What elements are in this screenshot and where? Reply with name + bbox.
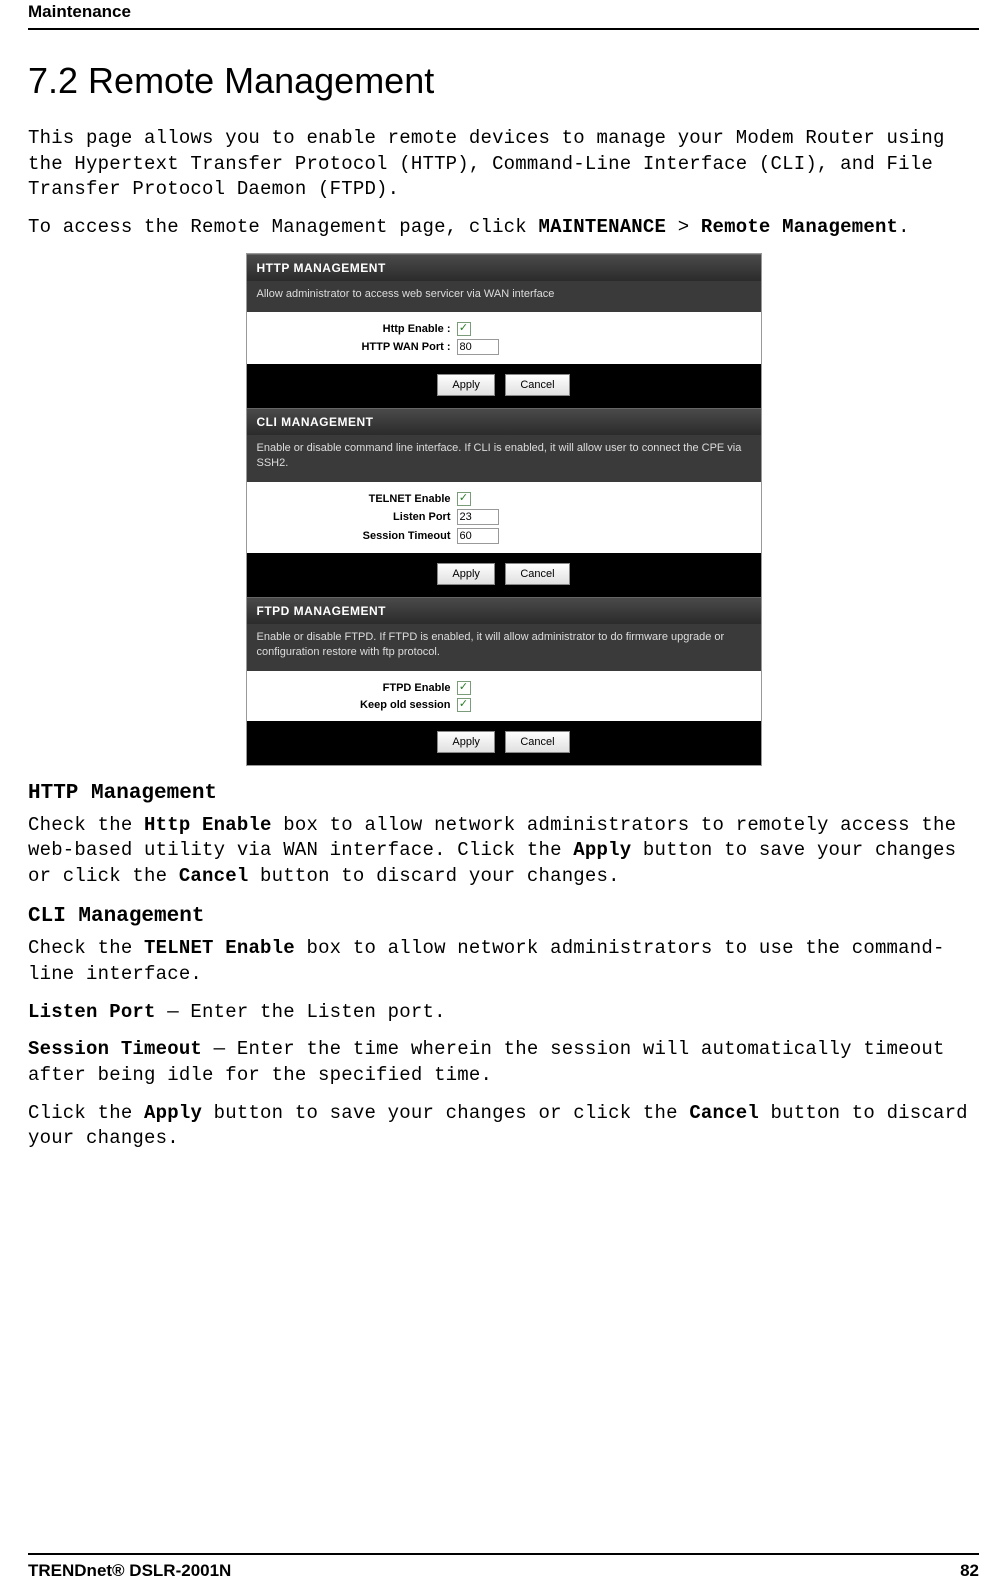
ftpd-mgmt-desc: Enable or disable FTPD. If FTPD is enabl… bbox=[247, 624, 761, 671]
page-footer: TRENDnet® DSLR-2001N 82 bbox=[28, 1553, 979, 1581]
intro2-remote-management: Remote Management bbox=[701, 216, 898, 238]
intro-paragraph-1: This page allows you to enable remote de… bbox=[28, 126, 979, 203]
http-port-label: HTTP WAN Port : bbox=[257, 341, 457, 353]
http-enable-checkbox[interactable]: ✓ bbox=[457, 322, 471, 336]
txt: button to save your changes or click the bbox=[202, 1102, 689, 1124]
ftpd-button-bar: Apply Cancel bbox=[247, 721, 761, 765]
ftpd-enable-label: FTPD Enable bbox=[257, 682, 457, 694]
intro2-post: . bbox=[898, 216, 910, 238]
http-enable-label: Http Enable : bbox=[257, 323, 457, 335]
apply-term: Apply bbox=[573, 839, 631, 861]
cli-mgmt-desc: Enable or disable command line interface… bbox=[247, 435, 761, 482]
page-content: 7.2 Remote Management This page allows y… bbox=[28, 30, 979, 1152]
keep-old-session-checkbox[interactable]: ✓ bbox=[457, 698, 471, 712]
ftpd-apply-button[interactable]: Apply bbox=[437, 731, 495, 753]
footer-page-number: 82 bbox=[960, 1561, 979, 1581]
cli-button-bar: Apply Cancel bbox=[247, 553, 761, 597]
footer-product: TRENDnet® DSLR-2001N bbox=[28, 1561, 231, 1581]
cli-mgmt-heading: CLI Management bbox=[28, 905, 979, 928]
telnet-enable-term: TELNET Enable bbox=[144, 937, 295, 959]
intro2-maintenance: MAINTENANCE bbox=[538, 216, 666, 238]
cancel-term-2: Cancel bbox=[689, 1102, 759, 1124]
telnet-enable-checkbox[interactable]: ✓ bbox=[457, 492, 471, 506]
chapter-header: Maintenance bbox=[28, 0, 979, 28]
apply-term-2: Apply bbox=[144, 1102, 202, 1124]
http-port-input[interactable] bbox=[457, 339, 499, 355]
http-form: Http Enable : ✓ HTTP WAN Port : bbox=[247, 312, 761, 364]
http-mgmt-para: Check the Http Enable box to allow netwo… bbox=[28, 813, 979, 890]
session-timeout-term: Session Timeout bbox=[28, 1038, 202, 1060]
http-enable-term: Http Enable bbox=[144, 814, 272, 836]
session-timeout-input[interactable] bbox=[457, 528, 499, 544]
http-mgmt-heading: HTTP Management bbox=[28, 782, 979, 805]
page-title: 7.2 Remote Management bbox=[28, 60, 979, 102]
intro2-pre: To access the Remote Management page, cl… bbox=[28, 216, 538, 238]
intro-paragraph-2: To access the Remote Management page, cl… bbox=[28, 215, 979, 241]
cli-cancel-button[interactable]: Cancel bbox=[505, 563, 569, 585]
txt: — Enter the Listen port. bbox=[156, 1001, 446, 1023]
router-ui-screenshot: HTTP MANAGEMENT Allow administrator to a… bbox=[246, 253, 762, 766]
listen-port-term: Listen Port bbox=[28, 1001, 156, 1023]
keep-old-session-label: Keep old session bbox=[257, 699, 457, 711]
intro2-sep: > bbox=[666, 216, 701, 238]
http-mgmt-header: HTTP MANAGEMENT bbox=[247, 254, 761, 281]
session-timeout-label: Session Timeout bbox=[257, 530, 457, 542]
listen-port-label: Listen Port bbox=[257, 511, 457, 523]
cli-mgmt-header: CLI MANAGEMENT bbox=[247, 408, 761, 435]
cli-mgmt-para-3: Session Timeout — Enter the time wherein… bbox=[28, 1037, 979, 1088]
listen-port-input[interactable] bbox=[457, 509, 499, 525]
ftpd-enable-checkbox[interactable]: ✓ bbox=[457, 681, 471, 695]
telnet-enable-label: TELNET Enable bbox=[257, 493, 457, 505]
ftpd-cancel-button[interactable]: Cancel bbox=[505, 731, 569, 753]
ftpd-form: FTPD Enable ✓ Keep old session ✓ bbox=[247, 671, 761, 721]
cli-form: TELNET Enable ✓ Listen Port Session Time… bbox=[247, 482, 761, 553]
cli-mgmt-para-1: Check the TELNET Enable box to allow net… bbox=[28, 936, 979, 987]
txt: button to discard your changes. bbox=[248, 865, 619, 887]
cli-apply-button[interactable]: Apply bbox=[437, 563, 495, 585]
footer-rule bbox=[28, 1553, 979, 1555]
txt: Check the bbox=[28, 814, 144, 836]
cli-mgmt-para-2: Listen Port — Enter the Listen port. bbox=[28, 1000, 979, 1026]
http-button-bar: Apply Cancel bbox=[247, 364, 761, 408]
http-cancel-button[interactable]: Cancel bbox=[505, 374, 569, 396]
ftpd-mgmt-header: FTPD MANAGEMENT bbox=[247, 597, 761, 624]
txt: Check the bbox=[28, 937, 144, 959]
txt: Click the bbox=[28, 1102, 144, 1124]
cli-mgmt-para-4: Click the Apply button to save your chan… bbox=[28, 1101, 979, 1152]
cancel-term: Cancel bbox=[179, 865, 249, 887]
http-apply-button[interactable]: Apply bbox=[437, 374, 495, 396]
http-mgmt-desc: Allow administrator to access web servic… bbox=[247, 281, 761, 312]
